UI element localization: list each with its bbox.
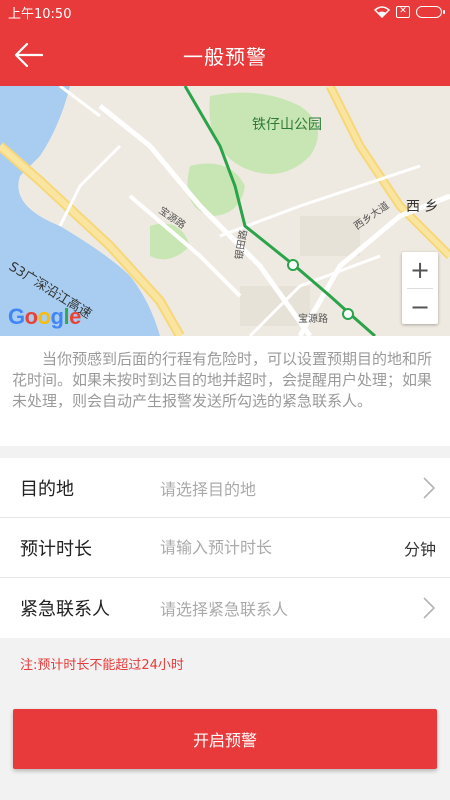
chevron-right-icon (423, 476, 436, 499)
arrow-left-icon (14, 42, 44, 68)
destination-row[interactable]: 目的地 请选择目的地 (0, 458, 450, 518)
google-logo-letter: G (8, 304, 25, 329)
destination-placeholder: 请选择目的地 (160, 479, 257, 499)
warning-form: 目的地 请选择目的地 预计时长 分钟 紧急联系人 请选择紧急联系人 (0, 458, 450, 638)
map-view[interactable]: 铁仔山公园 西 乡 S3广深沿江高速 宝源路 银田路 西乡大道 宝源路 Goog… (0, 86, 450, 336)
map-label-baoyuan-2: 宝源路 (298, 314, 328, 325)
status-icons: ✕ (374, 6, 445, 18)
zoom-controls: + − (402, 252, 438, 324)
map-road (59, 86, 101, 118)
battery-icon (416, 6, 445, 18)
google-logo: Google (8, 304, 81, 330)
wifi-icon (374, 6, 390, 18)
header: 一般预警 (0, 24, 450, 86)
duration-note: 注:预计时长不能超过24小时 (20, 658, 184, 673)
duration-input[interactable] (160, 538, 404, 557)
google-logo-letter: g (50, 304, 64, 329)
metro-station-icon (342, 308, 354, 320)
google-logo-letter: o (37, 304, 51, 329)
warning-description: 当你预感到后面的行程有危险时，可以设置预期目的地和所花时间。如果未按时到达目的地… (0, 336, 450, 446)
duration-label: 预计时长 (20, 538, 92, 560)
page-title: 一般预警 (183, 44, 267, 69)
no-sim-icon: ✕ (396, 6, 410, 18)
duration-row: 预计时长 分钟 (0, 518, 450, 578)
google-logo-letter: e (69, 304, 81, 329)
zoom-out-button[interactable]: − (402, 289, 438, 325)
status-time: 上午10:50 (8, 6, 72, 22)
metro-station-icon (287, 259, 299, 271)
zoom-in-button[interactable]: + (402, 252, 438, 288)
emergency-contact-label: 紧急联系人 (20, 599, 110, 620)
emergency-contact-placeholder: 请选择紧急联系人 (160, 600, 289, 619)
status-bar: 上午10:50 ✕ (0, 0, 450, 24)
map-label-xixiang: 西 乡 (406, 199, 439, 215)
chevron-right-icon (423, 597, 436, 619)
back-button[interactable] (10, 36, 48, 74)
destination-label: 目的地 (20, 478, 74, 500)
duration-unit: 分钟 (403, 539, 436, 559)
emergency-contact-row[interactable]: 紧急联系人 请选择紧急联系人 (0, 578, 450, 638)
start-warning-button[interactable]: 开启预警 (13, 709, 437, 769)
map-label-park: 铁仔山公园 (252, 117, 322, 133)
google-logo-letter: o (24, 304, 38, 329)
